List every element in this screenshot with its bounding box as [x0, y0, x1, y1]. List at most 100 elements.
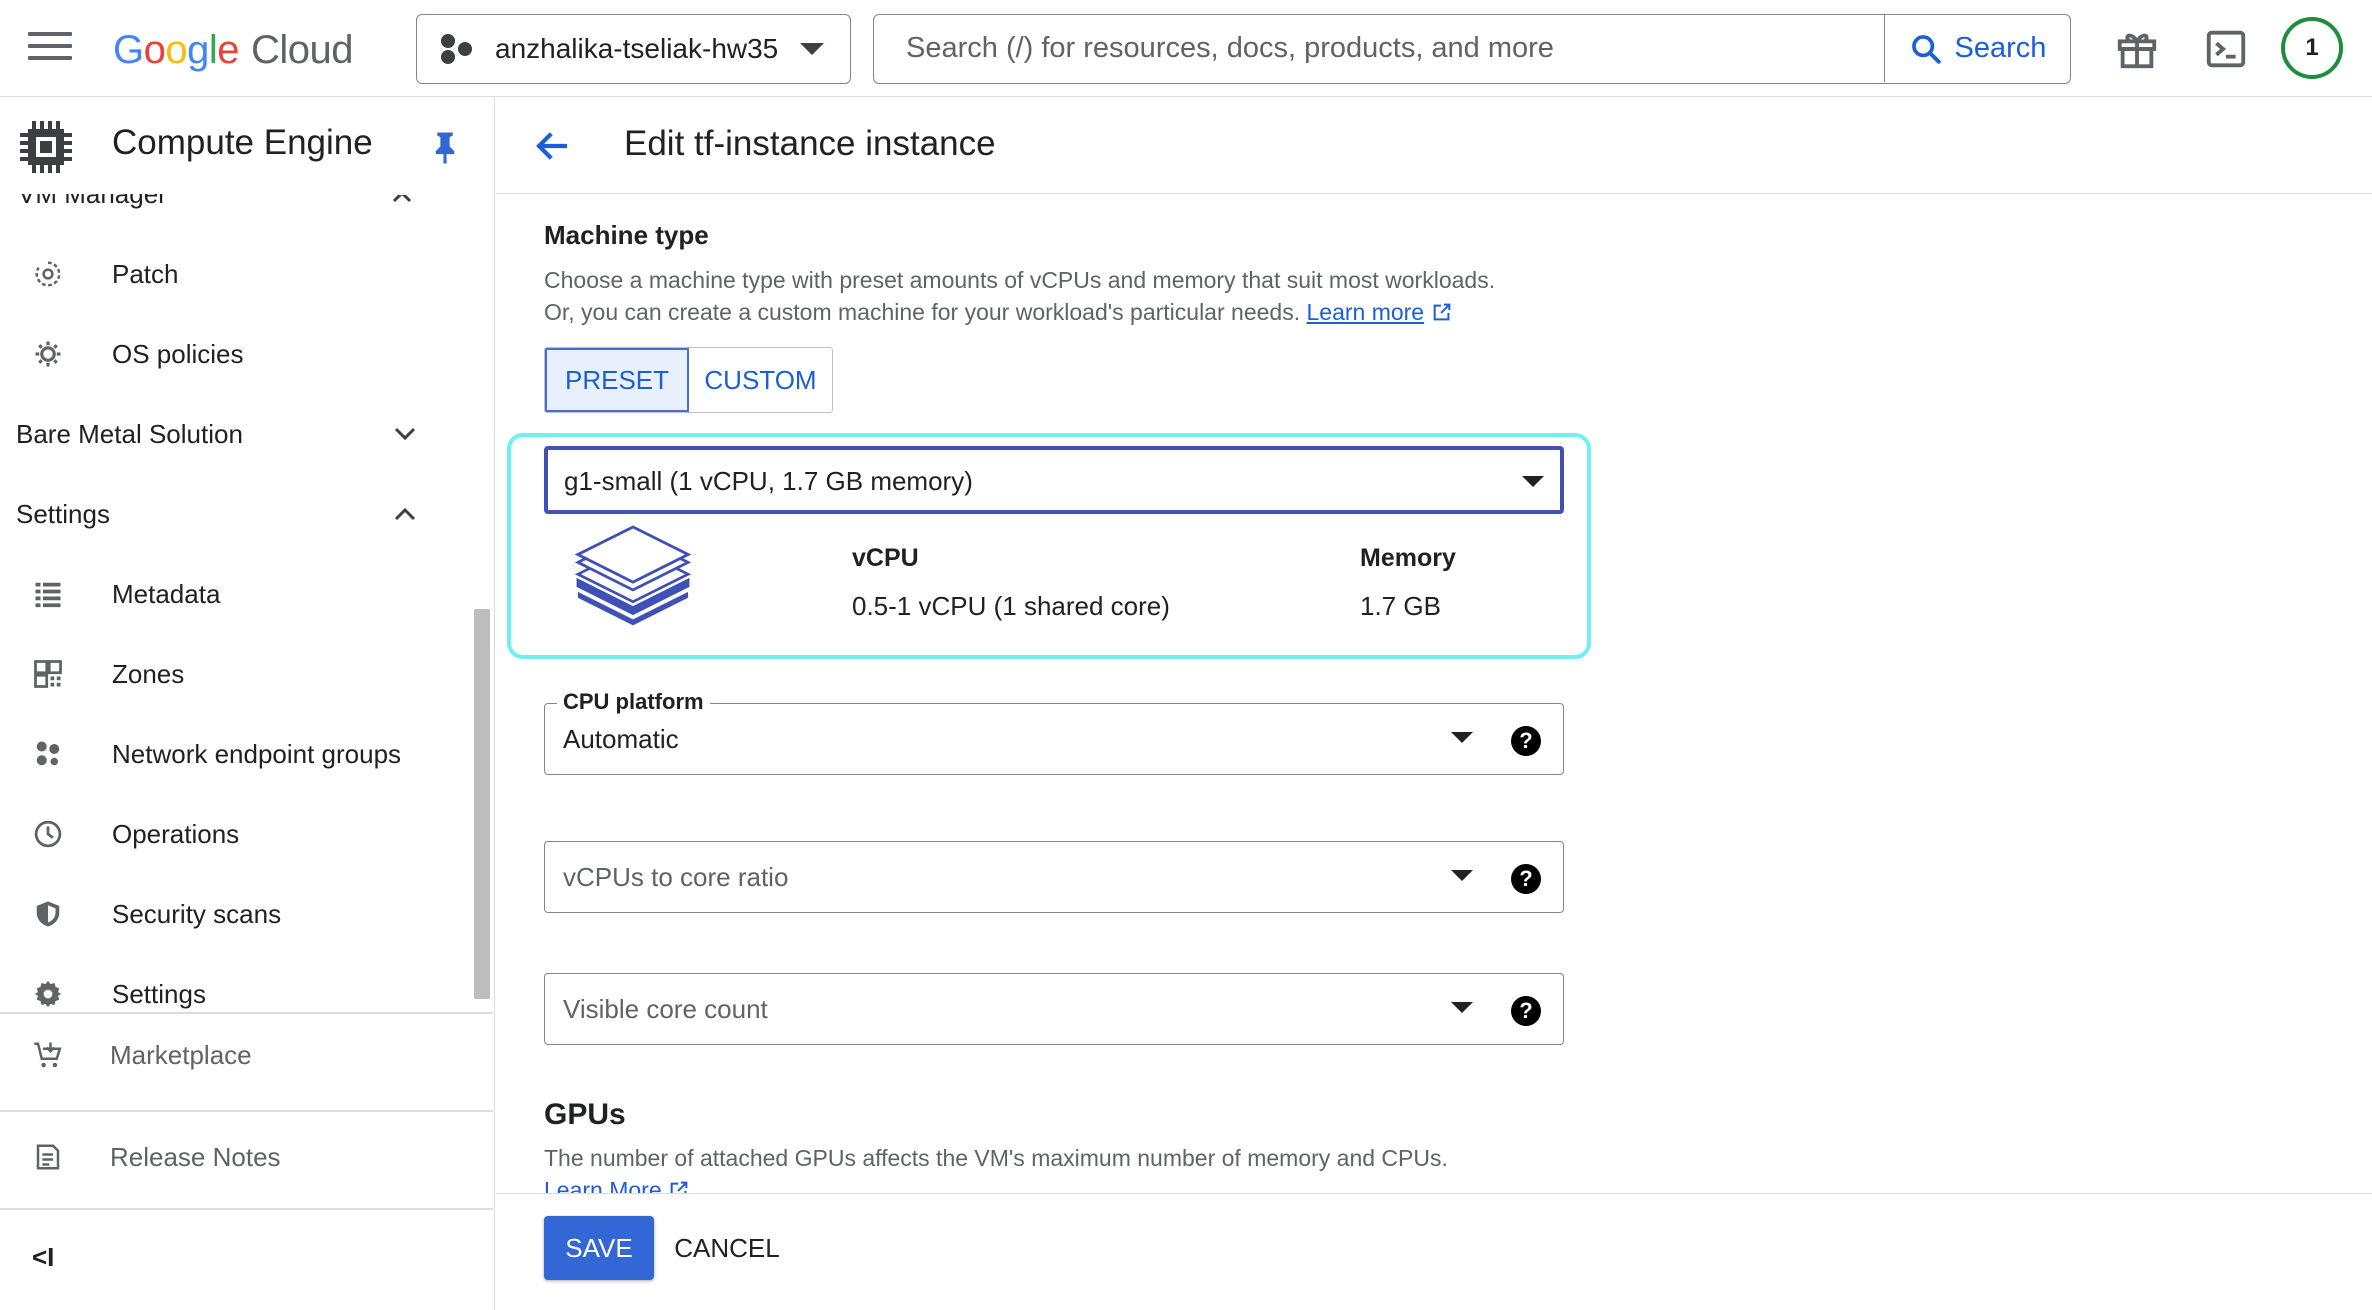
account-avatar[interactable]: 1 — [2281, 17, 2343, 79]
cloud-logo-text: Cloud — [251, 27, 354, 72]
top-bar: Google Cloud anzhalika-tseliak-hw35 Sear… — [0, 0, 2372, 97]
sidebar-item-label: Metadata — [112, 579, 221, 609]
sidebar-item-marketplace[interactable]: Marketplace — [0, 1014, 493, 1110]
cloud-shell-terminal-icon[interactable] — [2203, 26, 2249, 72]
google-cloud-logo[interactable]: Google Cloud — [113, 22, 354, 78]
machine-type-select[interactable]: g1-small (1 vCPU, 1.7 GB memory) — [544, 446, 1564, 514]
chevron-down-icon — [800, 43, 824, 55]
sidebar-item-label: Patch — [112, 259, 179, 289]
cpu-platform-select[interactable]: CPU platform Automatic ? — [544, 689, 1564, 775]
back-arrow-icon[interactable] — [532, 125, 574, 167]
sidebar-scrollbar[interactable] — [474, 609, 490, 999]
shield-icon — [36, 901, 60, 927]
vcpu-heading: vCPU — [852, 544, 919, 572]
product-header: Compute Engine — [0, 97, 494, 194]
memory-value: 1.7 GB — [1360, 591, 1441, 621]
network-endpoint-groups-icon — [36, 741, 60, 766]
search-icon — [1911, 34, 1941, 64]
project-picker[interactable]: anzhalika-tseliak-hw35 — [416, 14, 851, 84]
machine-type-description-line2: Or, you can create a custom machine for … — [544, 296, 1453, 328]
compute-engine-chip-icon — [20, 121, 72, 173]
product-title: Compute Engine — [112, 123, 373, 162]
machine-type-description-line1: Choose a machine type with preset amount… — [544, 267, 1496, 293]
clock-icon — [34, 820, 62, 848]
sidebar-item-label: Zones — [112, 659, 185, 689]
sidebar-item-operations[interactable]: Operations — [0, 797, 470, 869]
visible-core-count-placeholder: Visible core count — [563, 994, 768, 1024]
learn-more-link[interactable]: Learn more — [1306, 299, 1424, 325]
external-link-icon[interactable] — [1431, 301, 1453, 323]
project-name: anzhalika-tseliak-hw35 — [495, 33, 779, 64]
sidebar-section-bare-metal-solution[interactable]: Bare Metal Solution — [0, 397, 470, 469]
google-logo-text: Google — [113, 27, 240, 73]
search-button[interactable]: Search — [1884, 15, 2070, 82]
main-panel: Edit tf-instance instance Machine type C… — [496, 97, 2372, 1310]
collapse-icon: <I — [32, 1242, 55, 1272]
main-menu-button[interactable] — [28, 32, 72, 66]
chevron-down-icon — [1522, 476, 1544, 487]
sidebar-item-release-notes[interactable]: Release Notes — [0, 1112, 493, 1208]
help-icon[interactable]: ? — [1511, 726, 1541, 756]
cancel-button[interactable]: CANCEL — [672, 1216, 782, 1280]
machine-type-selected-value: g1-small (1 vCPU, 1.7 GB memory) — [564, 466, 973, 496]
marketplace-cart-icon — [34, 1042, 62, 1068]
search-button-label: Search — [1954, 32, 2047, 64]
sidebar-item-label: Release Notes — [110, 1142, 281, 1172]
logo-letter: o — [165, 27, 188, 72]
sidebar-item-label: Security scans — [112, 899, 282, 929]
sidebar-item-patch[interactable]: Patch — [0, 237, 470, 309]
sidebar-item-label: Network endpoint groups — [112, 739, 402, 769]
description-text: Or, you can create a custom machine for … — [544, 299, 1301, 325]
gpus-heading: GPUs — [544, 1098, 626, 1131]
help-icon[interactable]: ? — [1511, 996, 1541, 1026]
release-notes-icon — [36, 1144, 60, 1170]
sidebar-item-label: Marketplace — [110, 1040, 252, 1070]
vcpu-core-ratio-select[interactable]: vCPUs to core ratio ? — [544, 841, 1564, 913]
project-icon — [441, 34, 475, 64]
logo-letter: l — [208, 27, 218, 72]
os-policies-icon — [35, 341, 61, 367]
search-bar: Search — [873, 14, 2071, 84]
sidebar-item-label: Settings — [112, 979, 206, 1009]
metadata-icon — [35, 582, 61, 608]
vcpu-core-ratio-placeholder: vCPUs to core ratio — [563, 862, 789, 892]
sidebar-item-label: OS policies — [112, 339, 244, 369]
sidebar-item-security-scans[interactable]: Security scans — [0, 877, 470, 949]
gear-icon — [34, 980, 62, 1008]
logo-letter: o — [143, 27, 166, 72]
search-input[interactable] — [874, 15, 1884, 82]
custom-tab[interactable]: CUSTOM — [689, 348, 832, 412]
sidebar-item-network-endpoint-groups[interactable]: Network endpoint groups — [0, 717, 470, 789]
machine-stack-icon — [574, 525, 692, 626]
form-footer: SAVE CANCEL — [496, 1193, 2372, 1310]
sidebar-section-label: Settings — [16, 499, 110, 529]
sidebar-item-os-policies[interactable]: OS policies — [0, 317, 470, 389]
machine-type-mode-toggle: PRESET CUSTOM — [544, 347, 833, 413]
chevron-down-icon — [1451, 732, 1473, 743]
sidebar-item-zones[interactable]: Zones — [0, 637, 470, 709]
help-icon[interactable]: ? — [1511, 864, 1541, 894]
memory-heading: Memory — [1360, 544, 1456, 572]
machine-type-heading: Machine type — [544, 220, 709, 250]
pin-icon[interactable] — [432, 131, 458, 165]
sidebar-section-settings[interactable]: Settings — [0, 477, 470, 549]
divider — [0, 1208, 493, 1210]
save-button[interactable]: SAVE — [544, 1216, 654, 1280]
chevron-down-icon — [394, 427, 416, 441]
collapse-sidebar-button[interactable]: <I — [32, 1242, 62, 1272]
hamburger-icon — [28, 32, 72, 36]
logo-letter: g — [187, 27, 209, 72]
chevron-down-icon — [1451, 870, 1473, 881]
logo-letter: G — [113, 27, 144, 72]
form-content: Machine type Choose a machine type with … — [496, 194, 2372, 1290]
gift-icon[interactable] — [2114, 26, 2160, 72]
preset-tab[interactable]: PRESET — [545, 348, 689, 412]
zones-icon — [34, 660, 62, 688]
avatar-label: 1 — [2305, 34, 2319, 61]
logo-letter: e — [217, 27, 240, 72]
sidebar-item-metadata[interactable]: Metadata — [0, 557, 470, 629]
visible-core-count-select[interactable]: Visible core count ? — [544, 973, 1564, 1045]
chevron-down-icon — [1451, 1002, 1473, 1013]
sidebar: VM Manager Compute Engine Patch OS polic… — [0, 97, 495, 1310]
vcpu-value: 0.5-1 vCPU (1 shared core) — [852, 591, 1170, 621]
